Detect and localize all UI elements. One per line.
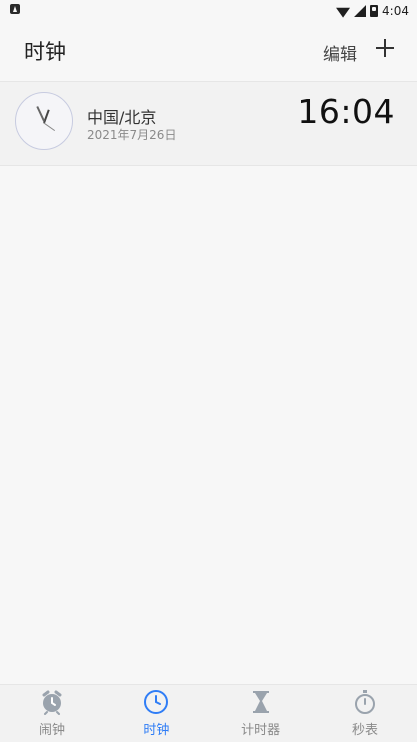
nav-alarm[interactable]: 闹钟 <box>0 685 104 742</box>
bottom-navigation: 闹钟 时钟 计时器 秒表 <box>0 684 417 742</box>
stopwatch-icon <box>354 690 375 714</box>
nav-label-stopwatch: 秒表 <box>351 723 378 738</box>
time-text: 16:04 <box>297 92 395 131</box>
date-text: 2021年7月26日 <box>87 128 177 142</box>
clock-icon <box>144 690 169 714</box>
nav-clock[interactable]: 时钟 <box>104 685 208 742</box>
edit-button[interactable]: 编辑 <box>323 40 357 65</box>
nav-label-alarm: 闹钟 <box>38 723 65 738</box>
page-title: 时钟 <box>24 40 66 64</box>
alarm-icon <box>42 690 62 715</box>
hourglass-icon <box>252 691 269 713</box>
status-time: 4:04 <box>382 4 409 18</box>
status-bar: 4:04 <box>0 0 417 22</box>
nav-timer[interactable]: 计时器 <box>209 685 313 742</box>
hour-hand <box>43 109 50 124</box>
app-bar: 时钟 编辑 <box>0 22 417 80</box>
notification-icon <box>10 4 20 14</box>
minute-hand <box>36 106 45 122</box>
analog-clock-icon <box>15 92 73 150</box>
nav-label-timer: 计时器 <box>241 723 281 738</box>
nav-stopwatch[interactable]: 秒表 <box>313 685 417 742</box>
status-icons: 4:04 <box>336 2 409 20</box>
second-hand <box>43 122 56 132</box>
signal-icon <box>354 5 366 17</box>
city-name: 中国/北京 <box>87 108 157 127</box>
add-button[interactable] <box>374 37 396 59</box>
nav-label-clock: 时钟 <box>143 723 170 738</box>
battery-icon <box>370 5 379 17</box>
wifi-icon <box>336 5 350 17</box>
